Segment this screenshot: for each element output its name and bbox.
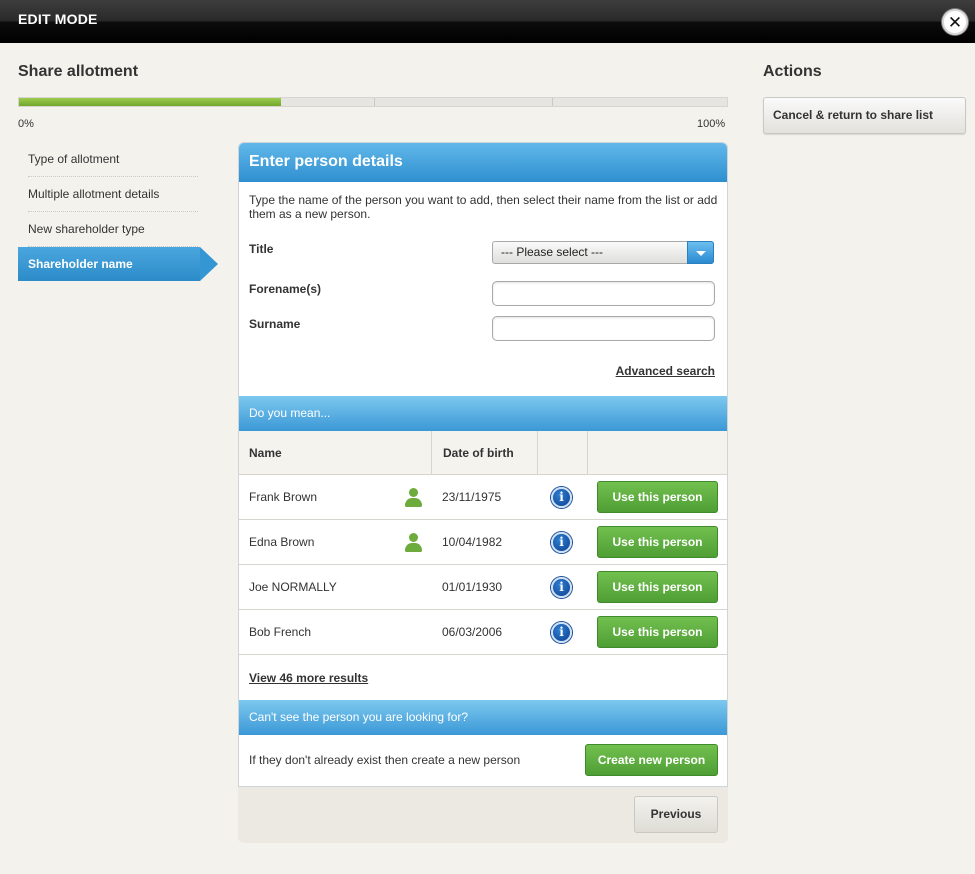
column-divider: [431, 431, 432, 475]
cancel-return-button[interactable]: Cancel & return to share list: [763, 97, 966, 134]
actions-title: Actions: [763, 63, 822, 80]
person-dob: 06/03/2006: [442, 625, 503, 639]
column-divider: [537, 431, 538, 475]
person-dob: 10/04/1982: [442, 535, 503, 549]
create-new-person-button[interactable]: Create new person: [585, 744, 718, 776]
surname-label: Surname: [249, 317, 301, 331]
step-shareholder-name[interactable]: Shareholder name: [18, 247, 218, 281]
cant-see-heading: Can't see the person you are looking for…: [239, 700, 727, 735]
close-icon[interactable]: ✕: [942, 9, 968, 35]
main-panel: Enter person details Type the name of th…: [238, 142, 728, 843]
step-type-of-allotment[interactable]: Type of allotment: [18, 142, 218, 177]
progress-start-label: 0%: [18, 118, 34, 130]
wizard-steps: Type of allotment Multiple allotment det…: [18, 142, 218, 281]
table-row: Bob French 06/03/2006 i Use this person: [239, 610, 727, 655]
column-dob: Date of birth: [443, 446, 514, 460]
chevron-down-icon[interactable]: [687, 241, 714, 264]
table-row: Joe NORMALLY 01/01/1930 i Use this perso…: [239, 565, 727, 610]
view-more-results-link[interactable]: View 46 more results: [249, 671, 368, 685]
title-select[interactable]: --- Please select ---: [492, 241, 714, 264]
surname-input[interactable]: [492, 316, 715, 341]
person-name: Bob French: [249, 625, 312, 639]
person-dob: 23/11/1975: [442, 490, 502, 504]
panel-heading: Enter person details: [239, 143, 727, 182]
create-person-text: If they don't already exist then create …: [249, 753, 521, 767]
column-name: Name: [249, 446, 282, 460]
results-table-header: Name Date of birth: [239, 431, 727, 475]
table-row: Edna Brown 10/04/1982 i Use this person: [239, 520, 727, 565]
person-dob: 01/01/1930: [442, 580, 503, 594]
info-icon[interactable]: i: [551, 487, 572, 508]
title-select-value: --- Please select ---: [501, 245, 604, 259]
step-multiple-allotment-details[interactable]: Multiple allotment details: [18, 177, 218, 212]
person-name: Edna Brown: [249, 535, 315, 549]
person-name: Joe NORMALLY: [249, 580, 337, 594]
advanced-search-link[interactable]: Advanced search: [616, 364, 715, 378]
forename-input[interactable]: [492, 281, 715, 306]
use-this-person-button[interactable]: Use this person: [597, 616, 718, 648]
progress-divider: [374, 98, 375, 106]
info-icon[interactable]: i: [551, 532, 572, 553]
forename-label: Forename(s): [249, 282, 322, 296]
use-this-person-button[interactable]: Use this person: [597, 481, 718, 513]
progress-fill: [19, 98, 281, 106]
title-bar: EDIT MODE ✕: [0, 0, 975, 43]
use-this-person-button[interactable]: Use this person: [597, 571, 718, 603]
person-name: Frank Brown: [249, 490, 318, 504]
edit-mode-title: EDIT MODE: [18, 11, 98, 27]
column-divider: [587, 431, 588, 475]
progress-bar: [18, 97, 728, 107]
info-icon[interactable]: i: [551, 622, 572, 643]
intro-text: Type the name of the person you want to …: [249, 193, 718, 221]
table-row: Frank Brown 23/11/1975 i Use this person: [239, 475, 727, 520]
progress-divider: [552, 98, 553, 106]
use-this-person-button[interactable]: Use this person: [597, 526, 718, 558]
info-icon[interactable]: i: [551, 577, 572, 598]
person-icon: [404, 533, 422, 553]
page-title: Share allotment: [18, 63, 139, 80]
person-icon: [404, 488, 422, 508]
title-label: Title: [249, 242, 274, 256]
previous-button[interactable]: Previous: [634, 796, 718, 833]
person-details-panel: Enter person details Type the name of th…: [238, 142, 728, 787]
do-you-mean-heading: Do you mean...: [239, 396, 727, 431]
progress-end-label: 100%: [697, 118, 726, 130]
step-new-shareholder-type[interactable]: New shareholder type: [18, 212, 218, 247]
